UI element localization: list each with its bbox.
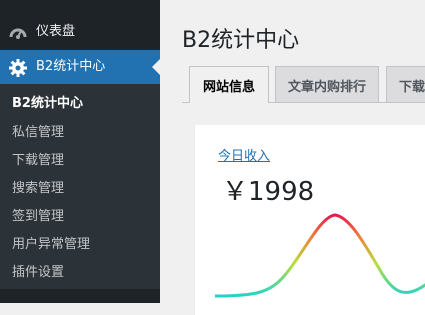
sidebar-bottom bbox=[0, 289, 160, 303]
menu-item-dashboard[interactable]: 仪表盘 bbox=[0, 15, 160, 49]
menu-item-b2-stats-label: B2统计中心 bbox=[36, 59, 106, 74]
submenu-item-downloads[interactable]: 下载管理 bbox=[12, 152, 64, 170]
menu-item-b2-stats[interactable]: B2统计中心 bbox=[0, 50, 160, 84]
income-sparkline bbox=[215, 213, 425, 298]
menu-item-dashboard-label: 仪表盘 bbox=[36, 24, 76, 39]
tab-downloads-label: 下载 bbox=[399, 80, 425, 95]
today-income-link[interactable]: 今日收入 bbox=[218, 148, 270, 166]
tab-article-purchase-ranking-label: 文章内购排行 bbox=[287, 80, 366, 95]
tab-article-purchase-ranking[interactable]: 文章内购排行 bbox=[275, 66, 379, 102]
submenu-item-b2-stats[interactable]: B2统计中心 bbox=[12, 95, 83, 113]
page-title: B2统计中心 bbox=[182, 28, 300, 53]
tab-site-info-label: 网站信息 bbox=[202, 80, 255, 95]
submenu-item-search[interactable]: 搜索管理 bbox=[12, 180, 64, 198]
dashboard-icon bbox=[8, 23, 28, 43]
submenu-item-user-anomaly[interactable]: 用户异常管理 bbox=[12, 236, 90, 254]
gear-icon bbox=[8, 58, 28, 78]
submenu-item-checkin[interactable]: 签到管理 bbox=[12, 208, 64, 226]
submenu-item-plugin-settings[interactable]: 插件设置 bbox=[12, 264, 64, 282]
sparkline-path bbox=[215, 213, 425, 298]
tab-downloads[interactable]: 下载 bbox=[386, 66, 425, 102]
tab-site-info[interactable]: 网站信息 bbox=[189, 66, 269, 103]
submenu: B2统计中心 私信管理 下载管理 搜索管理 签到管理 用户异常管理 插件设置 bbox=[0, 84, 160, 289]
active-menu-notch bbox=[152, 59, 160, 75]
submenu-item-messages[interactable]: 私信管理 bbox=[12, 124, 64, 142]
today-income-value: ￥1998 bbox=[222, 177, 315, 207]
admin-sidebar: 仪表盘 B2统计中心 B2统计中心 私信管理 下载管理 搜索管理 签到管理 用户… bbox=[0, 0, 160, 303]
